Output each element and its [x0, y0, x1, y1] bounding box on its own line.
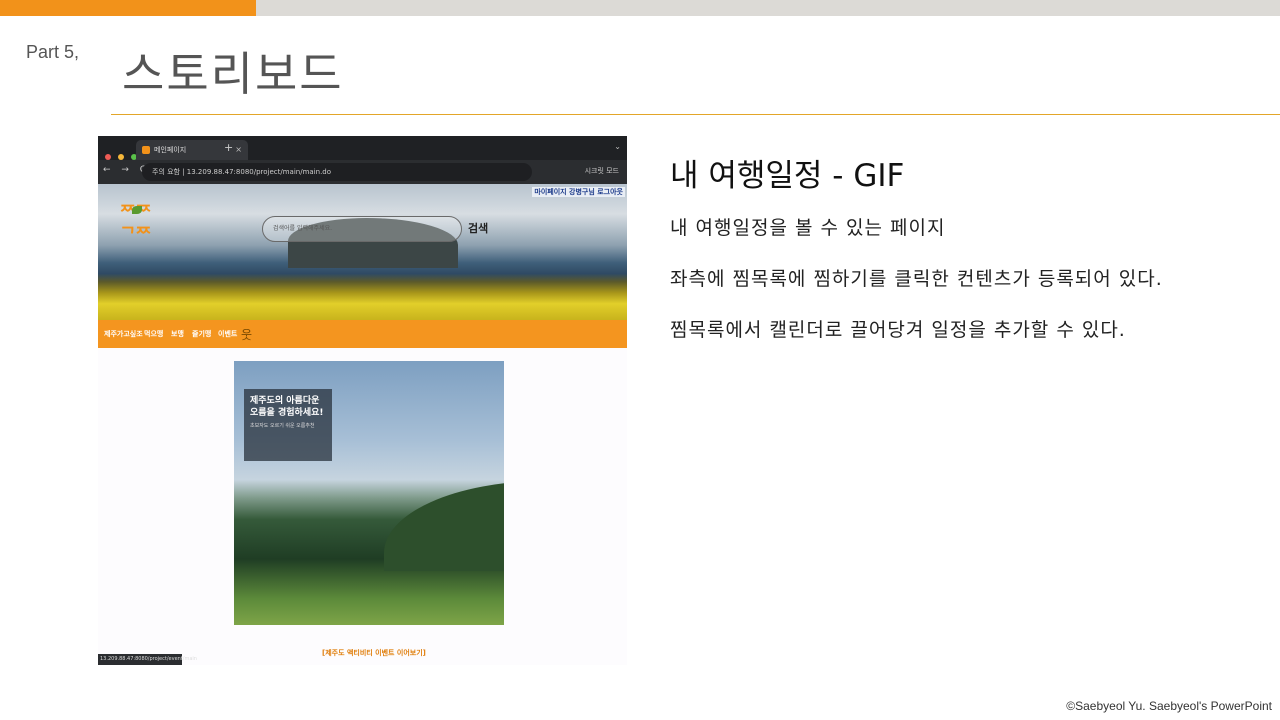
menu-item-event[interactable]: 이벤트: [218, 329, 237, 339]
promo-card: 제주도의 아름다운 오름을 경험하세요! 초보자도 오르기 쉬운 오름추천: [244, 389, 332, 461]
user-icon[interactable]: 웃: [241, 326, 253, 342]
title-divider: [111, 114, 1280, 115]
menu-item-food[interactable]: 먹으맹: [144, 329, 163, 339]
new-tab-icon[interactable]: +: [224, 141, 233, 154]
leaf-icon: [132, 206, 142, 214]
search-input[interactable]: 검색어를 입력해주세요.: [262, 216, 462, 242]
incognito-indicator[interactable]: 시크릿 모드: [585, 166, 619, 176]
menu-item-activity[interactable]: 즐기맹: [192, 329, 211, 339]
top-gray-bar: [256, 0, 1280, 16]
description-line-2: 좌측에 찜목록에 찜하기를 클릭한 컨텐츠가 등록되어 있다.: [670, 268, 1163, 290]
main-promo-image[interactable]: 제주도의 아름다운 오름을 경험하세요! 초보자도 오르기 쉬운 오름추천: [234, 361, 504, 625]
event-more-link[interactable]: [제주도 액티비티 이벤트 이어보기]: [322, 648, 426, 658]
site-logo[interactable]: ᄍᄍ ᄀᄍ: [120, 202, 152, 262]
promo-subtitle: 초보자도 오르기 쉬운 오름추천: [250, 423, 315, 429]
section-heading: 내 여행일정 - GIF: [670, 158, 905, 194]
description-line-3: 찜목록에서 캘린더로 끌어당겨 일정을 추가할 수 있다.: [670, 319, 1126, 341]
tab-title: 메인페이지: [154, 146, 187, 154]
part-label: Part 5,: [26, 42, 80, 62]
menu-item-jeju[interactable]: 제주가고싶조: [104, 329, 143, 339]
top-user-links[interactable]: 마이페이지 강병구님 로그아웃: [532, 187, 625, 197]
promo-hill: [384, 481, 504, 571]
top-accent-bar: [0, 0, 256, 16]
browser-status-bar: 13.209.88.47:8080/project/event/main: [98, 654, 197, 665]
site-nav-menu: 제주가고싶조 먹으맹 보맹 즐기맹 이벤트 웃: [98, 320, 627, 348]
browser-tab-strip: 메인페이지 × + ⌄: [98, 136, 627, 160]
tab-close-icon[interactable]: ×: [235, 140, 242, 160]
favicon-icon: [142, 146, 150, 154]
description-line-1: 내 여행일정을 볼 수 있는 페이지: [670, 217, 946, 239]
promo-title: 제주도의 아름다운 오름을 경험하세요!: [250, 396, 324, 418]
copyright-footer: ©Saebyeol Yu. Saebyeol's PowerPoint: [1066, 699, 1272, 713]
url-field[interactable]: 주의 요함 | 13.209.88.47:8080/project/main/m…: [142, 163, 532, 181]
site-header-banner: 마이페이지 강병구님 로그아웃 ᄍᄍ ᄀᄍ 검색어를 입력해주세요. 검색: [98, 184, 627, 320]
slide-title: 스토리보드: [122, 47, 344, 101]
chevron-down-icon[interactable]: ⌄: [614, 142, 621, 151]
address-bar: ← → C 주의 요함 | 13.209.88.47:8080/project/…: [98, 160, 627, 184]
storyboard-screenshot: 메인페이지 × + ⌄ ← → C 주의 요함 | 13.209.88.47:8…: [98, 136, 627, 665]
logo-text-line-2: ᄀᄍ: [120, 225, 152, 245]
menu-item-sight[interactable]: 보맹: [171, 329, 184, 339]
search-button[interactable]: 검색: [468, 220, 488, 236]
